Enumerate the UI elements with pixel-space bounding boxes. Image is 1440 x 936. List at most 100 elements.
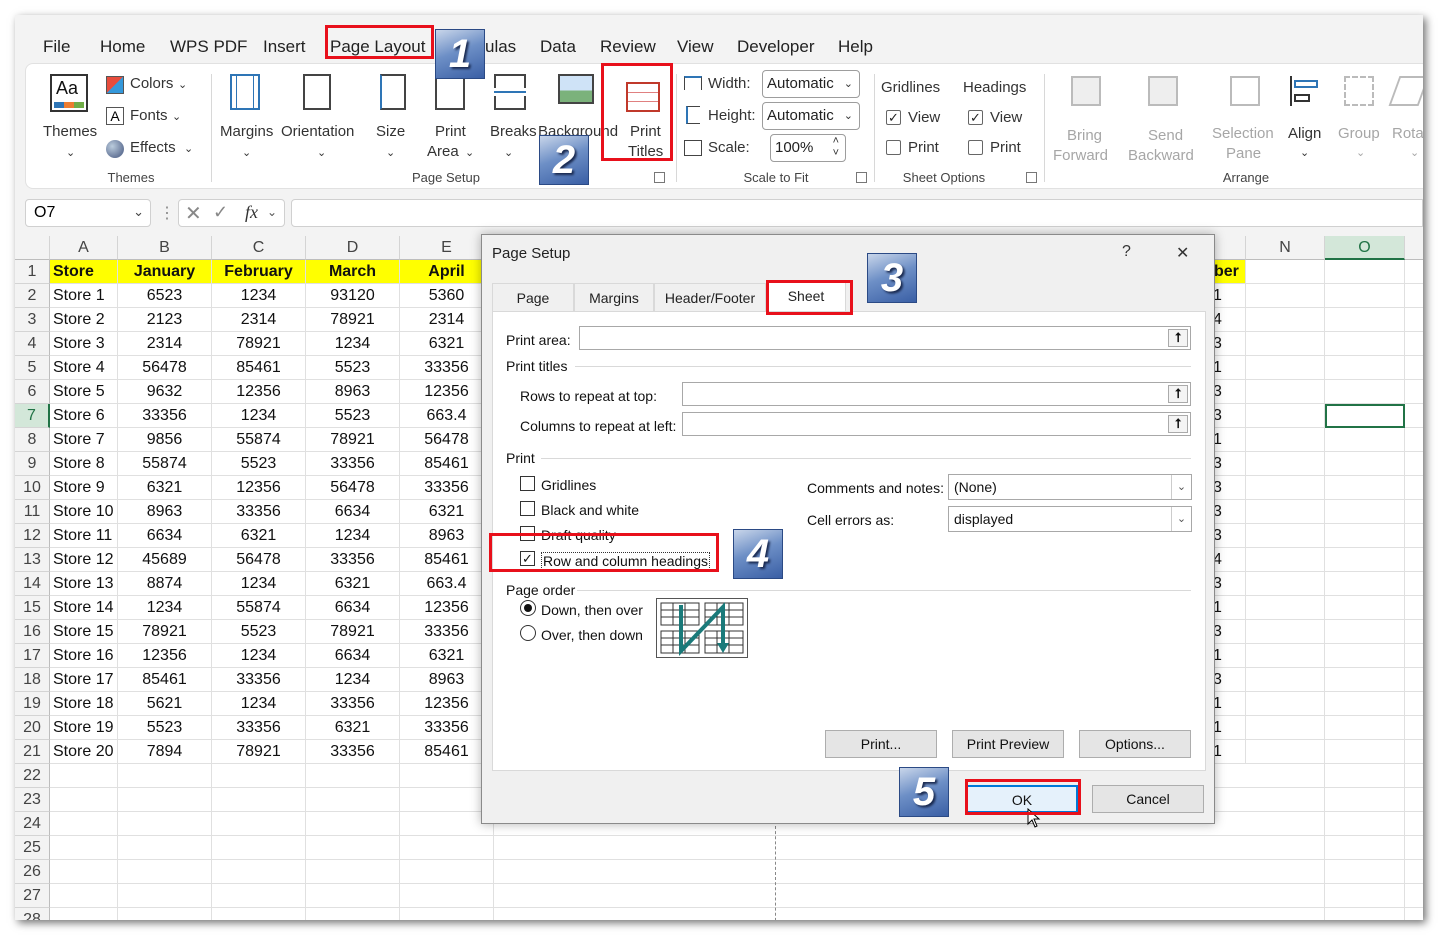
- cell[interactable]: 6321: [400, 332, 494, 356]
- cell[interactable]: 7894: [118, 740, 212, 764]
- cell[interactable]: 5523: [212, 452, 306, 476]
- row-header[interactable]: 5: [15, 356, 50, 380]
- cell[interactable]: January: [118, 260, 212, 284]
- cell[interactable]: 33356: [400, 620, 494, 644]
- cell[interactable]: [400, 836, 494, 860]
- cell[interactable]: [1405, 836, 1423, 860]
- cell[interactable]: 33356: [400, 716, 494, 740]
- cell[interactable]: 1234: [306, 332, 400, 356]
- cell[interactable]: 12356: [400, 692, 494, 716]
- column-header-b[interactable]: B: [118, 236, 212, 260]
- cell[interactable]: [1405, 572, 1423, 596]
- cell[interactable]: [1246, 332, 1325, 356]
- cell[interactable]: [1405, 308, 1423, 332]
- cell[interactable]: [1246, 260, 1325, 284]
- cell[interactable]: 5523: [306, 356, 400, 380]
- cell[interactable]: 6634: [306, 644, 400, 668]
- help-icon[interactable]: ?: [1122, 243, 1131, 261]
- cell[interactable]: 1234: [212, 644, 306, 668]
- gridlines-print-checkbox[interactable]: [886, 140, 901, 155]
- selected-cell-o7[interactable]: [1325, 404, 1405, 428]
- cell[interactable]: Store 6: [50, 404, 118, 428]
- cell[interactable]: [1405, 428, 1423, 452]
- cell[interactable]: [1325, 524, 1405, 548]
- row-header[interactable]: 23: [15, 788, 50, 812]
- cell[interactable]: [50, 884, 118, 908]
- cell[interactable]: [1246, 500, 1325, 524]
- row-header[interactable]: 20: [15, 716, 50, 740]
- column-header-e[interactable]: E: [400, 236, 494, 260]
- cell[interactable]: 56478: [212, 548, 306, 572]
- cell[interactable]: 78921: [306, 428, 400, 452]
- row-header[interactable]: 9: [15, 452, 50, 476]
- cell[interactable]: [118, 884, 212, 908]
- cell[interactable]: [1246, 908, 1325, 920]
- cell[interactable]: [1325, 284, 1405, 308]
- rotate-button[interactable]: Rota ⌄: [1388, 72, 1423, 167]
- cell[interactable]: [1246, 284, 1325, 308]
- cell[interactable]: Store 12: [50, 548, 118, 572]
- cell[interactable]: 9856: [118, 428, 212, 452]
- cell[interactable]: Store 11: [50, 524, 118, 548]
- collapse-dialog-icon[interactable]: ⭡: [1168, 415, 1188, 433]
- themes-button[interactable]: Aa Themes ⌄: [40, 72, 100, 159]
- cell[interactable]: [1325, 740, 1405, 764]
- cell[interactable]: Store 16: [50, 644, 118, 668]
- cell[interactable]: [1405, 884, 1423, 908]
- cell[interactable]: [212, 764, 306, 788]
- cell[interactable]: [1246, 572, 1325, 596]
- enter-icon[interactable]: ✓: [213, 202, 228, 223]
- selection-pane-button[interactable]: Selection Pane: [1210, 72, 1280, 167]
- cell[interactable]: Store 4: [50, 356, 118, 380]
- cell[interactable]: [1246, 788, 1325, 812]
- cell[interactable]: 12356: [212, 380, 306, 404]
- cancel-button[interactable]: Cancel: [1092, 785, 1204, 813]
- colors-button[interactable]: Colors ⌄: [106, 74, 206, 96]
- cell[interactable]: 8963: [306, 380, 400, 404]
- cell[interactable]: [1246, 548, 1325, 572]
- cell[interactable]: 1234: [306, 524, 400, 548]
- cell[interactable]: [1405, 380, 1423, 404]
- cell[interactable]: [400, 860, 494, 884]
- menu-view[interactable]: View: [677, 37, 714, 57]
- menu-developer[interactable]: Developer: [737, 37, 815, 57]
- cell[interactable]: 55874: [212, 596, 306, 620]
- cell[interactable]: [1325, 620, 1405, 644]
- size-button[interactable]: Size ⌄: [368, 72, 418, 159]
- cell[interactable]: [118, 836, 212, 860]
- cell[interactable]: [1246, 836, 1325, 860]
- row-header[interactable]: 21: [15, 740, 50, 764]
- cell[interactable]: 12356: [118, 644, 212, 668]
- cell[interactable]: 33356: [212, 500, 306, 524]
- cell[interactable]: 2123: [118, 308, 212, 332]
- cell[interactable]: [1325, 788, 1405, 812]
- cell[interactable]: 33356: [400, 356, 494, 380]
- gridlines-view-checkbox[interactable]: ✓: [886, 110, 901, 125]
- cancel-icon[interactable]: ✕: [185, 201, 202, 226]
- cell[interactable]: April: [400, 260, 494, 284]
- cell[interactable]: 6321: [118, 476, 212, 500]
- cell[interactable]: February: [212, 260, 306, 284]
- headings-print-checkbox[interactable]: [968, 140, 983, 155]
- row-header[interactable]: 26: [15, 860, 50, 884]
- cell[interactable]: [1405, 692, 1423, 716]
- cell[interactable]: 9632: [118, 380, 212, 404]
- cell[interactable]: [1246, 860, 1325, 884]
- rows-repeat-input[interactable]: ⭡: [682, 382, 1191, 406]
- cell[interactable]: 8963: [118, 500, 212, 524]
- cell[interactable]: 5523: [306, 404, 400, 428]
- cell[interactable]: 6321: [306, 716, 400, 740]
- cell[interactable]: [1325, 572, 1405, 596]
- cell[interactable]: [1325, 500, 1405, 524]
- cell[interactable]: 33356: [400, 476, 494, 500]
- cell[interactable]: [1246, 404, 1325, 428]
- send-backward-button[interactable]: Send Backward: [1126, 72, 1206, 167]
- cell[interactable]: Store 5: [50, 380, 118, 404]
- cell[interactable]: [1405, 740, 1423, 764]
- cell[interactable]: 6321: [400, 644, 494, 668]
- cell[interactable]: Store 7: [50, 428, 118, 452]
- cell[interactable]: [1246, 452, 1325, 476]
- cell[interactable]: [1246, 524, 1325, 548]
- cell[interactable]: Store: [50, 260, 118, 284]
- row-header[interactable]: 18: [15, 668, 50, 692]
